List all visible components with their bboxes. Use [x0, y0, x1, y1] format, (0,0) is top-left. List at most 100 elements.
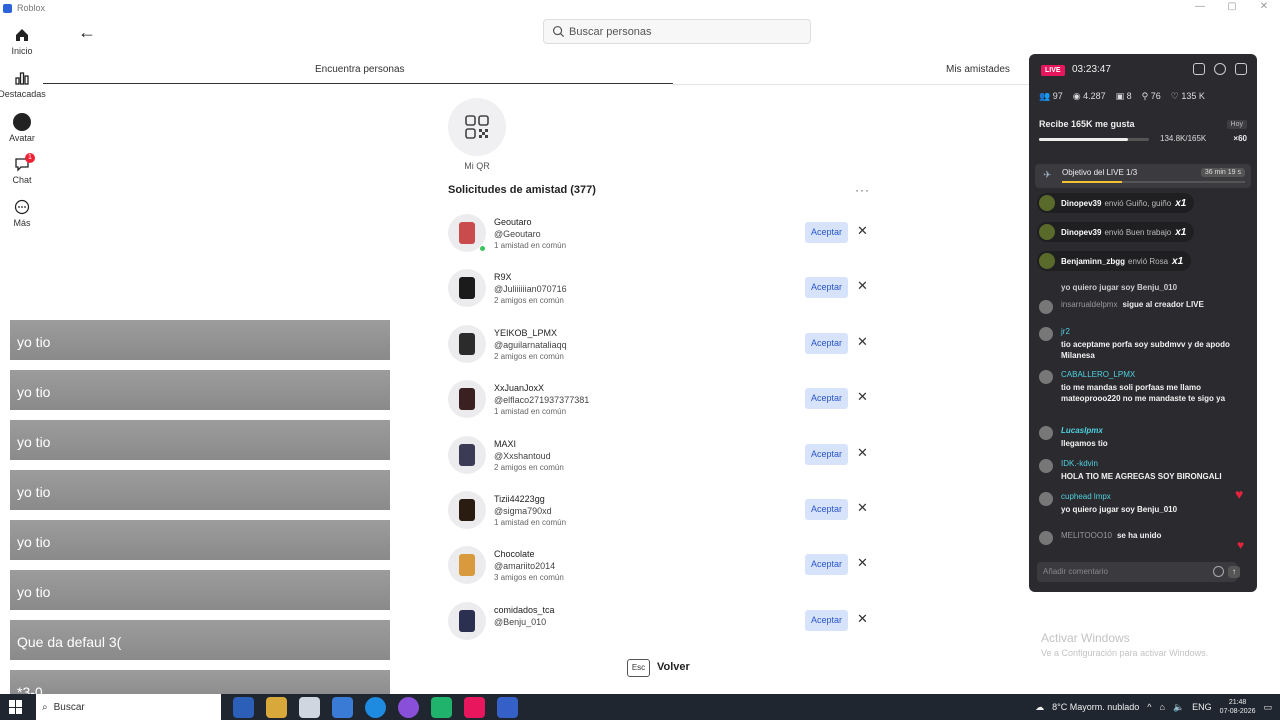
my-qr-button[interactable]: [448, 98, 506, 156]
accept-button[interactable]: Aceptar: [805, 222, 848, 243]
decline-icon[interactable]: ✕: [857, 334, 868, 350]
live-toolbar: [1193, 63, 1247, 75]
search-input[interactable]: Buscar personas: [543, 19, 811, 44]
lock-icon[interactable]: [1193, 63, 1205, 75]
decline-icon[interactable]: ✕: [857, 278, 868, 294]
back-arrow-icon[interactable]: ←: [78, 22, 96, 43]
gifts-stat: ▣ 8: [1115, 91, 1132, 101]
tab-find-people[interactable]: Encuentra personas: [315, 64, 405, 75]
avatar[interactable]: [448, 324, 486, 363]
store-icon[interactable]: [299, 696, 320, 718]
avatar[interactable]: [448, 490, 486, 529]
comment-user: CABALLERO_LPMX: [1061, 370, 1136, 379]
gift-count: x1: [1175, 226, 1187, 238]
settings-icon[interactable]: [1214, 63, 1226, 75]
emoji-icon[interactable]: [1213, 566, 1224, 577]
exit-icon[interactable]: [1235, 63, 1247, 75]
nav-more[interactable]: Más: [0, 192, 44, 235]
decline-icon[interactable]: ✕: [857, 445, 868, 461]
back-button[interactable]: Volver: [657, 661, 690, 673]
views-stat: ◉ 4.287: [1072, 91, 1106, 101]
windows-start-icon[interactable]: [9, 700, 23, 714]
language-indicator[interactable]: ENG: [1192, 702, 1212, 712]
request-name[interactable]: Chocolate: [494, 549, 535, 559]
weather-text[interactable]: 8°C Mayorm. nublado: [1052, 702, 1139, 712]
clock-time: 21:48: [1228, 699, 1247, 706]
comment-input[interactable]: Añadir comentario: [1037, 562, 1237, 582]
discord-icon[interactable]: [431, 696, 452, 718]
decline-icon[interactable]: ✕: [857, 389, 868, 405]
request-handle: @Juliiiiiian070716: [494, 284, 567, 295]
avatar[interactable]: [448, 546, 486, 585]
volume-icon[interactable]: 🔈: [1173, 702, 1184, 713]
notification-icon[interactable]: ▭: [1263, 702, 1272, 713]
accept-button[interactable]: Aceptar: [805, 388, 848, 410]
request-mutual: 1 amistad en común: [494, 407, 567, 417]
nav-label: Avatar: [9, 132, 35, 143]
friend-request-row: XxJuanJoxX @elflaco271937377381 1 amistad …: [448, 374, 878, 429]
nav-home[interactable]: Inicio: [0, 20, 44, 63]
edge-icon[interactable]: [233, 696, 254, 718]
tab-my-friends[interactable]: Mis amistades: [946, 64, 1010, 75]
comment-text: HOLA TIO ME AGREGAS SOY BIRONGALI: [1061, 472, 1222, 481]
accept-button[interactable]: Aceptar: [805, 332, 848, 354]
decline-icon[interactable]: ✕: [857, 500, 868, 516]
avatar[interactable]: [448, 435, 486, 474]
accept-button[interactable]: Aceptar: [805, 443, 848, 465]
left-nav: Inicio Destacadas Avatar 1 Chat Más: [0, 20, 46, 235]
taskbar-search[interactable]: ⌕ Buscar: [36, 694, 221, 720]
mail-icon[interactable]: [332, 696, 353, 718]
nav-avatar[interactable]: Avatar: [0, 106, 44, 149]
close-icon[interactable]: ✕: [1248, 0, 1280, 14]
tiktok-icon[interactable]: [464, 696, 485, 718]
send-icon[interactable]: ↑: [1228, 566, 1240, 578]
request-name[interactable]: Tizii44223gg: [494, 494, 545, 504]
file-explorer-icon[interactable]: [266, 696, 287, 718]
nav-chat[interactable]: 1 Chat: [0, 149, 44, 192]
request-name[interactable]: R9X: [494, 272, 512, 282]
live-panel: LIVE 03:23:47 👥 97 ◉ 4.287 ▣ 8 ⚲ 76 ♡ 13…: [1029, 54, 1257, 592]
avatar: [1039, 300, 1053, 314]
accept-button[interactable]: Aceptar: [805, 498, 848, 520]
heart-icon: ♥: [1235, 486, 1244, 502]
comment-user: Lucaslpmx: [1061, 426, 1103, 435]
request-name[interactable]: XxJuanJoxX: [494, 383, 544, 393]
network-icon[interactable]: ⌂: [1160, 702, 1165, 712]
shares-stat: ⚲ 76: [1141, 91, 1161, 101]
nav-featured[interactable]: Destacadas: [0, 63, 46, 106]
gift-event: Benjaminn_zbgg envió Rosa x1: [1037, 251, 1192, 271]
window-titlebar: Roblox — ▢ ✕: [0, 0, 1280, 16]
avatar: [1039, 370, 1053, 384]
activation-watermark-subtitle: Ve a Configuración para activar Windows.: [1041, 648, 1209, 658]
roblox-icon[interactable]: [497, 696, 518, 718]
request-name[interactable]: MAXI: [494, 439, 516, 449]
accept-button[interactable]: Aceptar: [805, 277, 848, 299]
clock[interactable]: 21:48 07-08-2026: [1220, 698, 1256, 716]
decline-icon[interactable]: ✕: [857, 611, 868, 627]
obs-icon[interactable]: [398, 696, 419, 718]
accept-button[interactable]: Aceptar: [805, 554, 848, 576]
overlay-chat-text: yo tio: [17, 584, 51, 600]
request-handle: @elflaco271937377381: [494, 395, 590, 406]
taskbar-search-label: Buscar: [53, 701, 85, 713]
request-name[interactable]: comidados_tca: [494, 605, 555, 615]
avatar[interactable]: [448, 601, 486, 640]
overlay-chat-text: Que da defaul 3(: [17, 634, 122, 650]
request-mutual: 1 amistad en común: [494, 517, 567, 527]
maximize-icon[interactable]: ▢: [1216, 0, 1248, 14]
overlay-chat-message: yo tio: [10, 470, 390, 510]
request-name[interactable]: Geoutaro: [494, 217, 532, 227]
browser-icon[interactable]: [365, 696, 386, 718]
accept-button[interactable]: Aceptar: [805, 609, 848, 631]
comment-text: llegamos tio: [1061, 439, 1108, 448]
more-options-icon[interactable]: ···: [855, 183, 870, 197]
live-objective[interactable]: ✈ Objetivo del LIVE 1/3 36 min 19 s: [1035, 164, 1251, 188]
request-name[interactable]: YEIKOB_LPMX: [494, 328, 557, 338]
tray-chevron-icon[interactable]: ^: [1147, 702, 1151, 712]
decline-icon[interactable]: ✕: [857, 223, 868, 239]
avatar[interactable]: [448, 269, 486, 308]
likes-goal-text: 134.8K/165K: [1160, 134, 1207, 143]
decline-icon[interactable]: ✕: [857, 555, 868, 571]
minimize-icon[interactable]: —: [1184, 0, 1216, 14]
avatar[interactable]: [448, 380, 486, 419]
